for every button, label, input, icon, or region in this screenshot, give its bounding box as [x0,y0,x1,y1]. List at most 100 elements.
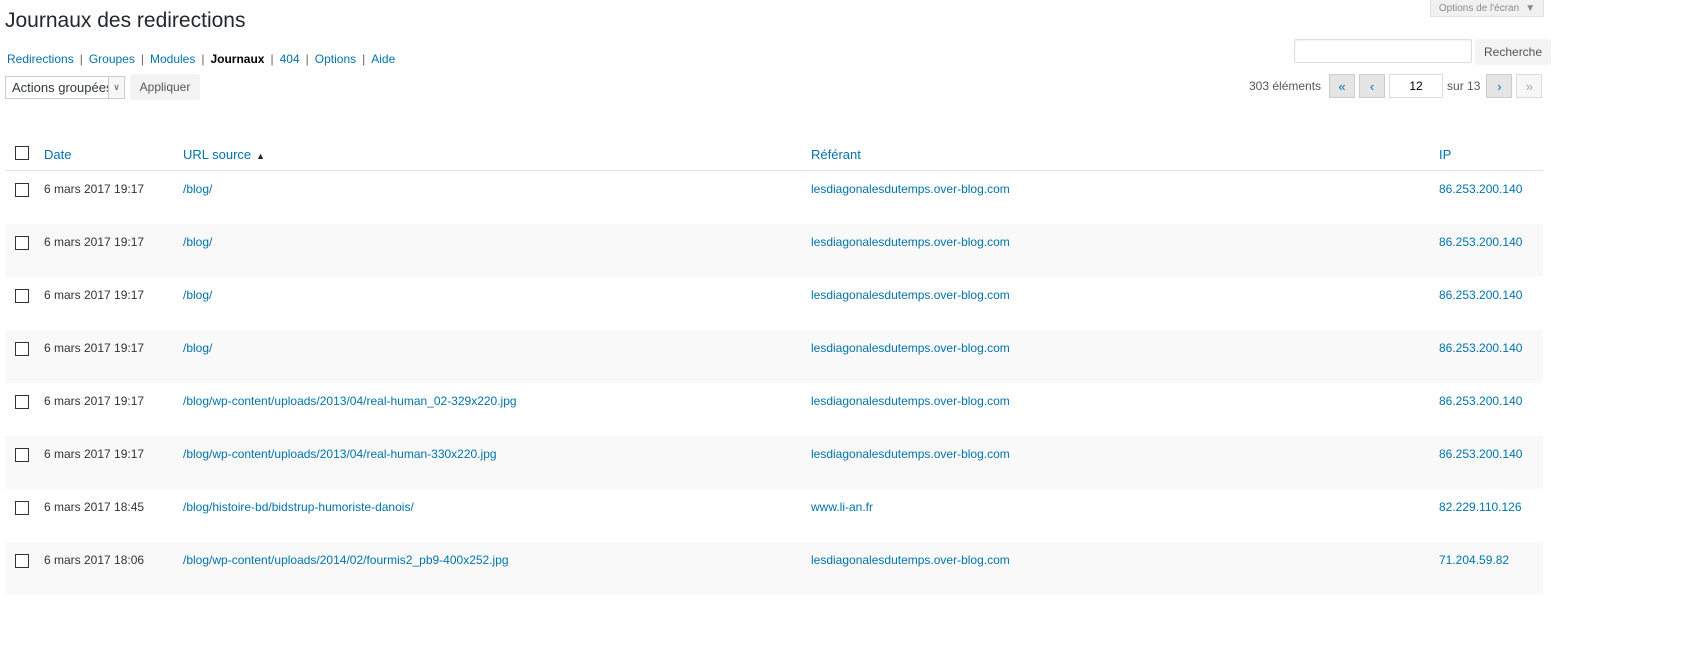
row-ip-cell: 71.204.59.82 [1439,542,1543,595]
sort-referrer-link[interactable]: Référant [811,147,861,162]
subnav-journaux[interactable]: Journaux [210,52,264,66]
row-checkbox[interactable] [15,236,29,250]
row-date: 6 mars 2017 18:45 [44,500,145,514]
row-ip-link[interactable]: 86.253.200.140 [1439,394,1522,408]
row-checkbox-cell [5,383,44,436]
bulk-actions-select[interactable]: Actions groupées ∨ [5,75,125,99]
row-referrer-link[interactable]: lesdiagonalesdutemps.over-blog.com [811,341,1010,355]
subnav-modules[interactable]: Modules [150,52,195,66]
subnav-groupes[interactable]: Groupes [89,52,135,66]
row-url-cell: /blog/wp-content/uploads/2013/04/real-hu… [183,383,811,436]
first-page-button[interactable]: « [1329,74,1356,98]
subnav-separator: | [140,52,144,66]
row-checkbox-cell [5,489,44,542]
row-referrer-link[interactable]: lesdiagonalesdutemps.over-blog.com [811,288,1010,302]
row-checkbox[interactable] [15,289,29,303]
row-url-link[interactable]: /blog/ [183,341,212,355]
row-date: 6 mars 2017 19:17 [44,288,145,302]
row-ip-link[interactable]: 86.253.200.140 [1439,288,1522,302]
row-ip-link[interactable]: 86.253.200.140 [1439,341,1522,355]
bulk-actions-selected: Actions groupées [12,79,113,95]
row-referrer-link[interactable]: lesdiagonalesdutemps.over-blog.com [811,553,1010,567]
table-row: 6 mars 2017 19:17/blog/wp-content/upload… [5,436,1543,489]
column-date: Date [44,138,183,171]
search-box: Recherche [1294,39,1551,65]
row-url-link[interactable]: /blog/histoire-bd/bidstrup-humoriste-dan… [183,500,414,514]
subnav-separator: | [270,52,274,66]
sort-url-link[interactable]: URL source [183,147,251,162]
table-row: 6 mars 2017 19:17/blog/lesdiagonalesdute… [5,224,1543,277]
row-url-link[interactable]: /blog/ [183,235,212,249]
row-checkbox[interactable] [15,448,29,462]
row-referrer-cell: lesdiagonalesdutemps.over-blog.com [811,277,1439,330]
apply-button[interactable]: Appliquer [130,74,200,100]
search-input[interactable] [1294,39,1472,63]
subnav-redirections[interactable]: Redirections [7,52,74,66]
row-ip-cell: 86.253.200.140 [1439,224,1543,277]
row-url-link[interactable]: /blog/wp-content/uploads/2014/02/fourmis… [183,553,509,567]
last-page-button: » [1516,74,1543,98]
next-page-button[interactable]: › [1486,74,1513,98]
select-all-cell [5,138,44,171]
row-checkbox-cell [5,330,44,383]
row-url-link[interactable]: /blog/wp-content/uploads/2013/04/real-hu… [183,394,517,408]
bulk-actions: Actions groupées ∨ Appliquer [5,74,200,100]
row-ip-link[interactable]: 86.253.200.140 [1439,447,1522,461]
row-checkbox[interactable] [15,183,29,197]
sort-ascending-icon: ▲ [256,150,266,161]
total-pages: sur 13 [1447,79,1481,93]
row-ip-link[interactable]: 71.204.59.82 [1439,553,1509,567]
row-url-cell: /blog/wp-content/uploads/2013/04/real-hu… [183,436,811,489]
row-url-cell: /blog/ [183,224,811,277]
row-referrer-cell: lesdiagonalesdutemps.over-blog.com [811,436,1439,489]
row-checkbox-cell [5,277,44,330]
table-row: 6 mars 2017 18:06/blog/wp-content/upload… [5,542,1543,595]
row-referrer-link[interactable]: lesdiagonalesdutemps.over-blog.com [811,235,1010,249]
search-button[interactable]: Recherche [1475,39,1551,65]
row-url-cell: /blog/ [183,330,811,383]
row-url-link[interactable]: /blog/ [183,182,212,196]
row-date: 6 mars 2017 19:17 [44,341,145,355]
subnav-404[interactable]: 404 [280,52,300,66]
row-referrer-cell: lesdiagonalesdutemps.over-blog.com [811,383,1439,436]
row-ip-link[interactable]: 82.229.110.126 [1439,500,1522,514]
row-referrer-link[interactable]: lesdiagonalesdutemps.over-blog.com [811,182,1010,196]
row-url-link[interactable]: /blog/ [183,288,212,302]
table-header-row: Date URL source ▲ Référant IP [5,138,1543,171]
row-date: 6 mars 2017 19:17 [44,182,145,196]
subnav-aide[interactable]: Aide [371,52,395,66]
table-row: 6 mars 2017 19:17/blog/wp-content/upload… [5,383,1543,436]
row-checkbox[interactable] [15,554,29,568]
column-referrer: Référant [811,138,1439,171]
row-checkbox-cell [5,436,44,489]
table-row: 6 mars 2017 19:17/blog/lesdiagonalesdute… [5,330,1543,383]
row-checkbox[interactable] [15,395,29,409]
row-url-cell: /blog/ [183,171,811,225]
select-all-checkbox[interactable] [15,145,29,160]
subnav-separator: | [305,52,309,66]
row-url-cell: /blog/ [183,277,811,330]
row-url-cell: /blog/wp-content/uploads/2014/02/fourmis… [183,542,811,595]
row-date: 6 mars 2017 19:17 [44,394,145,408]
table-row: 6 mars 2017 19:17/blog/lesdiagonalesdute… [5,171,1543,225]
row-ip-link[interactable]: 86.253.200.140 [1439,182,1522,196]
row-referrer-link[interactable]: lesdiagonalesdutemps.over-blog.com [811,447,1010,461]
row-referrer-link[interactable]: lesdiagonalesdutemps.over-blog.com [811,394,1010,408]
row-ip-link[interactable]: 86.253.200.140 [1439,235,1522,249]
subnav-options[interactable]: Options [315,52,356,66]
prev-page-button[interactable]: ‹ [1359,74,1386,98]
row-referrer-link[interactable]: www.li-an.fr [811,500,873,514]
subnav: Redirections | Groupes | Modules | Journaux… [7,52,395,66]
row-checkbox[interactable] [15,501,29,515]
row-date: 6 mars 2017 19:17 [44,235,145,249]
row-referrer-cell: lesdiagonalesdutemps.over-blog.com [811,542,1439,595]
screen-options-label: Options de l'écran [1438,2,1520,14]
triangle-down-icon: ▼ [1525,2,1536,14]
screen-options-button[interactable]: Options de l'écran ▼ [1430,0,1544,17]
sort-date-link[interactable]: Date [44,147,71,162]
row-url-link[interactable]: /blog/wp-content/uploads/2013/04/real-hu… [183,447,497,461]
sort-ip-link[interactable]: IP [1439,147,1451,162]
row-checkbox[interactable] [15,342,29,356]
current-page-input[interactable] [1389,74,1444,98]
row-ip-cell: 86.253.200.140 [1439,277,1543,330]
